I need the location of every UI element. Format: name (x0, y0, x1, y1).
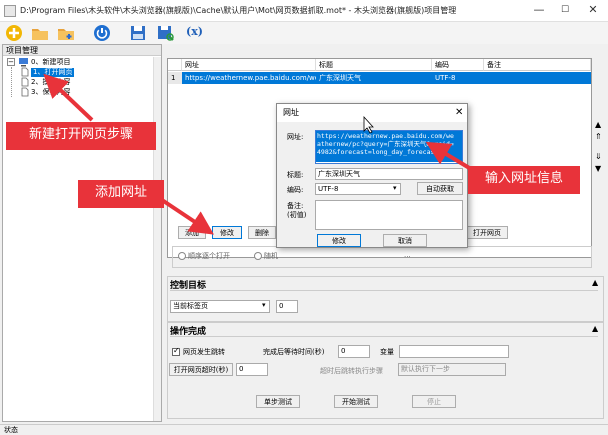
after-timeout-select[interactable]: 默认执行下一步 (398, 363, 506, 376)
title-input[interactable]: 广东深圳天气 (315, 168, 463, 180)
table-side-arrows: ▲ ⇑ ⇓ ▼ (594, 58, 604, 258)
table-cell-url: https://weathernew.pae.baidu.com/weather… (185, 74, 316, 82)
open-order-group (172, 246, 592, 268)
start-test-button[interactable]: 开始测试 (334, 395, 378, 408)
tree-item-open-page[interactable]: 1、打开网页 (31, 68, 75, 77)
project-tree-panel: 项目管理 − 0、新建项目 1、打开网页 2、摸取内容 3、保存内容 (2, 44, 162, 422)
save-as-icon[interactable] (156, 23, 176, 43)
other-options-label: ... (404, 251, 411, 259)
dialog-ok-button[interactable]: 修改 (317, 234, 361, 247)
toolbar: (x) (0, 22, 608, 44)
url-dialog: 网址 ✕ 网址: https://weathernew.pae.baidu.co… (276, 103, 468, 248)
computer-icon (19, 58, 28, 67)
step-test-button[interactable]: 单步测试 (256, 395, 300, 408)
sequential-label: 顺序逐个打开 (188, 252, 230, 260)
move-up-icon[interactable]: ▲ (595, 120, 601, 129)
table-cell-index: 1 (168, 72, 182, 84)
tab-select[interactable]: 当前标签页 (170, 300, 270, 313)
check-icon: ✓ (173, 346, 180, 355)
save-icon[interactable] (128, 23, 148, 43)
new-project-icon[interactable] (4, 23, 24, 43)
table-header-encoding[interactable]: 编码 (432, 59, 484, 71)
dialog-title: 网址 (277, 104, 467, 122)
move-top-icon[interactable]: ⇑ (595, 132, 602, 141)
random-label: 随机 (264, 252, 278, 260)
title-label: 标题: (287, 171, 304, 179)
encoding-label: 编码: (287, 186, 304, 194)
dialog-cancel-button[interactable]: 取消 (383, 234, 427, 247)
callout-input-url-info: 输入网址信息 (468, 166, 580, 194)
table-cell-title: 广东深圳天气 (319, 74, 361, 82)
wait-stepper[interactable]: 0 (338, 345, 370, 358)
tree-header: 项目管理 (3, 45, 161, 56)
variable-label: 变量 (380, 348, 394, 356)
app-icon (4, 5, 16, 17)
table-header-url[interactable]: 网址 (182, 59, 316, 71)
note-textarea[interactable] (315, 200, 463, 230)
variable-input[interactable] (399, 345, 509, 358)
move-down-icon[interactable]: ▼ (595, 164, 601, 173)
radio-random[interactable] (254, 252, 262, 260)
note-label: 备注: (初值) (287, 202, 307, 219)
page-jump-label: 网页发生跳转 (183, 348, 225, 356)
close-icon[interactable]: ✕ (455, 107, 463, 118)
callout-new-open-step: 新建打开网页步骤 (6, 122, 156, 150)
table-cell-encoding: UTF-8 (435, 74, 456, 82)
regex-icon[interactable]: (x) (186, 25, 203, 38)
delete-button[interactable]: 删除 (248, 226, 276, 239)
timeout-stepper[interactable]: 0 (236, 363, 268, 376)
document-icon (21, 67, 29, 77)
tree-item-save[interactable]: 3、保存内容 (31, 88, 70, 97)
url-textarea[interactable]: https://weathernew.pae.baidu.com/weather… (315, 130, 463, 164)
open-folder-icon[interactable] (30, 23, 50, 43)
timeout-button[interactable]: 打开网页超时(秒) (169, 363, 233, 376)
divider (170, 336, 598, 337)
table-header-title[interactable]: 标题 (316, 59, 432, 71)
add-folder-icon[interactable] (56, 23, 76, 43)
tree-root[interactable]: 0、新建项目 (31, 58, 70, 67)
collapse-up-icon[interactable]: ▲ (592, 324, 598, 333)
after-timeout-label: 超时后跳转执行步骤 (320, 367, 383, 375)
tree-item-extract[interactable]: 2、摸取内容 (31, 78, 70, 87)
wait-label: 完成后等待时间(秒) (263, 348, 325, 356)
chevron-down-icon[interactable]: ▾ (262, 301, 266, 309)
collapse-up-icon[interactable]: ▲ (592, 278, 598, 287)
maximize-button[interactable]: ☐ (552, 2, 578, 18)
divider (170, 290, 598, 291)
table-cell-note (484, 72, 591, 84)
window-title: D:\Program Files\木头软件\木头浏览器(旗舰版)\Cache\默… (20, 6, 457, 15)
title-bar: D:\Program Files\木头软件\木头浏览器(旗舰版)\Cache\默… (0, 0, 608, 22)
status-bar: 状态 (0, 424, 608, 435)
document-icon (21, 77, 29, 87)
move-bottom-icon[interactable]: ⇓ (595, 152, 602, 161)
url-text: https://weathernew.pae.baidu.com/weather… (316, 131, 462, 162)
tree-line (11, 67, 12, 97)
table-header-index (168, 59, 182, 71)
chevron-down-icon[interactable]: ▾ (393, 184, 397, 192)
tab-index-stepper[interactable]: 0 (276, 300, 298, 313)
minimize-button[interactable]: — (526, 2, 552, 18)
url-label: 网址: (287, 133, 304, 141)
radio-sequential[interactable] (178, 252, 186, 260)
auto-detect-button[interactable]: 自动获取 (417, 182, 463, 195)
encoding-select[interactable]: UTF-8 (315, 183, 401, 195)
document-icon (21, 87, 29, 97)
tree-collapse-icon[interactable]: − (7, 58, 15, 66)
edit-button[interactable]: 修改 (212, 226, 242, 239)
close-button[interactable]: ✕ (580, 2, 606, 18)
open-page-button[interactable]: 打开网页 (466, 226, 508, 239)
add-button[interactable]: 添加 (178, 226, 206, 239)
stop-button[interactable]: 停止 (412, 395, 456, 408)
callout-add-url: 添加网址 (78, 180, 164, 208)
table-header-note[interactable]: 备注 (484, 59, 591, 71)
tree-scrollbar[interactable] (153, 57, 161, 421)
control-target-section (167, 276, 604, 322)
power-icon[interactable] (92, 23, 112, 43)
